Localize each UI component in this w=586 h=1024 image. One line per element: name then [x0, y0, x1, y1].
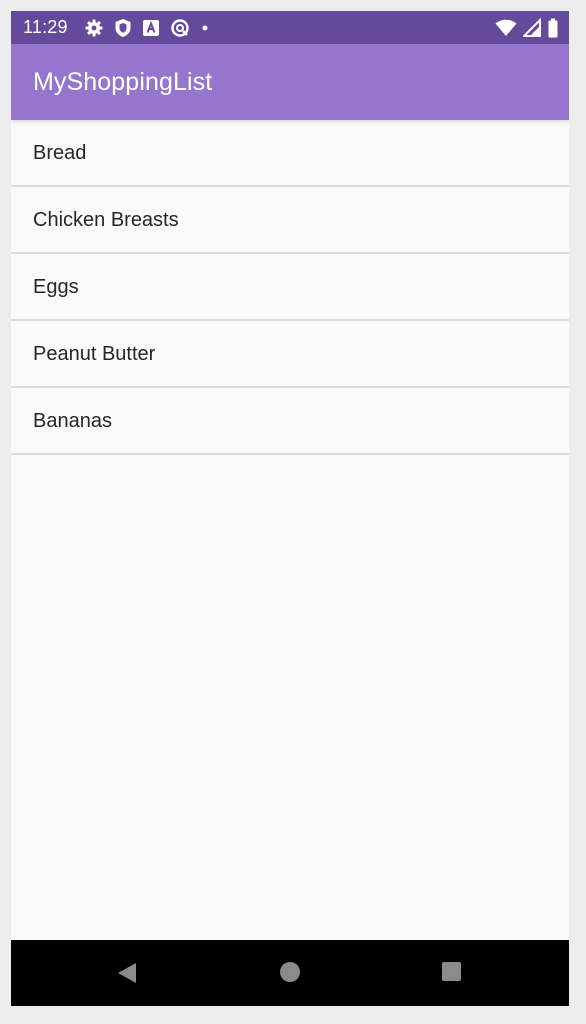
list-item-label: Peanut Butter [33, 343, 156, 365]
status-bar: 11:29 [11, 11, 569, 44]
wifi-icon [495, 19, 517, 36]
status-system-icons [495, 17, 559, 39]
shield-icon [115, 19, 131, 37]
keyboard-a-icon [143, 20, 159, 36]
app-bar: MyShoppingList [11, 44, 569, 120]
navigation-bar [11, 940, 569, 1006]
battery-icon [548, 18, 558, 38]
list-item[interactable]: Bread [11, 120, 569, 187]
cellular-signal-icon [523, 18, 541, 37]
back-icon[interactable] [116, 962, 138, 984]
device-screen: 11:29 MyShoppingList Bread Chicken Breas… [11, 11, 569, 1006]
list-item-label: Chicken Breasts [33, 209, 179, 231]
list-item[interactable]: Peanut Butter [11, 321, 569, 388]
status-notification-icons [84, 17, 210, 39]
sync-icon [171, 19, 189, 37]
home-icon[interactable] [280, 962, 300, 982]
list-item-label: Eggs [33, 276, 79, 298]
list-item[interactable]: Bananas [11, 388, 569, 455]
list-item[interactable]: Eggs [11, 254, 569, 321]
recents-icon[interactable] [442, 962, 461, 981]
app-title: MyShoppingList [33, 68, 213, 96]
list-item[interactable]: Chicken Breasts [11, 187, 569, 254]
list-item-label: Bread [33, 142, 87, 164]
shopping-list: Bread Chicken Breasts Eggs Peanut Butter… [11, 120, 569, 455]
dot-icon [202, 25, 208, 31]
status-time: 11:29 [23, 17, 68, 37]
list-item-label: Bananas [33, 410, 112, 432]
settings-gear-icon [85, 19, 103, 37]
